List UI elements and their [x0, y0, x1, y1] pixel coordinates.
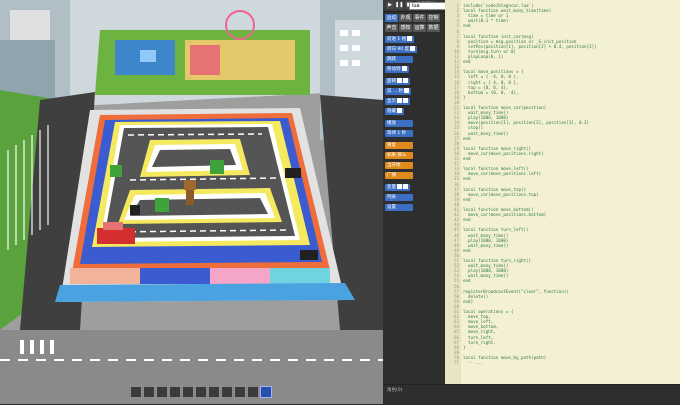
- code-line: end): [463, 298, 474, 304]
- palette-tab[interactable]: 感知: [399, 24, 412, 32]
- palette-block[interactable]: 播放: [385, 120, 413, 127]
- code-line: }: [463, 344, 466, 350]
- code-line: end: [463, 135, 471, 141]
- palette-block[interactable]: 当开始: [385, 162, 413, 169]
- palette-block[interactable]: 等待 1 秒: [385, 130, 413, 137]
- palette-tab[interactable]: 事件: [413, 14, 426, 22]
- code-line: move_car(move_positions.left): [463, 171, 542, 177]
- run-button[interactable]: ▶: [386, 1, 394, 9]
- hotbar-slot[interactable]: [234, 386, 246, 398]
- hotbar-slot[interactable]: [130, 386, 142, 398]
- hotbar-slot[interactable]: [195, 386, 207, 398]
- code-line: end: [463, 217, 471, 223]
- palette-tab[interactable]: 声音: [385, 24, 398, 32]
- hotbar-slot[interactable]: [208, 386, 220, 398]
- hotbar-slot[interactable]: [247, 386, 259, 398]
- hotbar-slot[interactable]: [156, 386, 168, 398]
- palette-block[interactable]: 面朝: [385, 78, 410, 85]
- palette-block[interactable]: 重复: [385, 142, 413, 149]
- line-number: 71: [453, 360, 459, 365]
- palette-block[interactable]: 前进 1 格: [385, 36, 415, 43]
- palette-block[interactable]: 广播: [385, 172, 413, 179]
- status-text: 角色(0): [387, 388, 403, 393]
- hotbar-slot[interactable]: [143, 386, 155, 398]
- palette-tab[interactable]: 运算: [413, 24, 426, 32]
- palette-block[interactable]: 跳跃: [385, 56, 413, 63]
- pause-button[interactable]: ❚❚: [395, 1, 403, 9]
- code-editor-panel: ▶ ❚❚ ■ 文件 lua ? 积 码 运动 外观 事件 控制 声音 感知 运算…: [383, 0, 680, 405]
- code-line: turn_right,: [463, 339, 496, 345]
- minecraft-scene: [0, 0, 383, 404]
- palette-block[interactable]: 说 ... 秒: [385, 88, 412, 95]
- status-bar: 角色(0): [383, 384, 680, 405]
- palette-block[interactable]: 移动到: [385, 66, 409, 73]
- code-line: end: [463, 247, 471, 253]
- code-line: bottom = {0, 0, -4},: [463, 89, 519, 95]
- hotbar-slot-selected[interactable]: [260, 386, 272, 398]
- code-line: -- ...: [463, 360, 484, 365]
- code-line: end: [463, 176, 471, 182]
- hotbar-slot[interactable]: [182, 386, 194, 398]
- code-line: move_car(move_positions.top): [463, 191, 539, 197]
- hotbar-slot[interactable]: [169, 386, 181, 398]
- code-line: }: [463, 94, 466, 100]
- palette-block[interactable]: 显示: [385, 98, 410, 105]
- game-viewport[interactable]: [0, 0, 383, 404]
- code-line: end: [463, 278, 471, 284]
- hotbar-slot[interactable]: [221, 386, 233, 398]
- palette-tab[interactable]: 数据: [427, 24, 440, 32]
- palette-block[interactable]: 转向 90 度: [385, 46, 418, 53]
- palette-tab[interactable]: 运动: [385, 14, 398, 22]
- hotbar[interactable]: [130, 386, 272, 398]
- block-palette: 运动 外观 事件 控制 声音 感知 运算 数据 前进 1 格 转向 90 度 跳…: [383, 12, 445, 392]
- palette-block[interactable]: 列表: [385, 194, 413, 201]
- code-line: end: [463, 23, 471, 29]
- code-line: end: [463, 196, 471, 202]
- code-line: end: [463, 156, 471, 161]
- palette-block[interactable]: 隐藏: [385, 108, 404, 115]
- code-line: end: [463, 59, 471, 65]
- code-line: move_car(move_positions.right): [463, 150, 544, 156]
- palette-block[interactable]: 变量: [385, 184, 410, 191]
- palette-tab[interactable]: 控制: [427, 14, 440, 22]
- palette-block[interactable]: 设置: [385, 204, 413, 211]
- palette-block[interactable]: 如果 那么: [385, 152, 413, 159]
- palette-tab[interactable]: 外观: [399, 14, 412, 22]
- code-line: move_car(move_positions.bottom): [463, 212, 547, 218]
- code-editor[interactable]: 1 include('code/blagncar.lua') 2 local func…: [445, 0, 680, 384]
